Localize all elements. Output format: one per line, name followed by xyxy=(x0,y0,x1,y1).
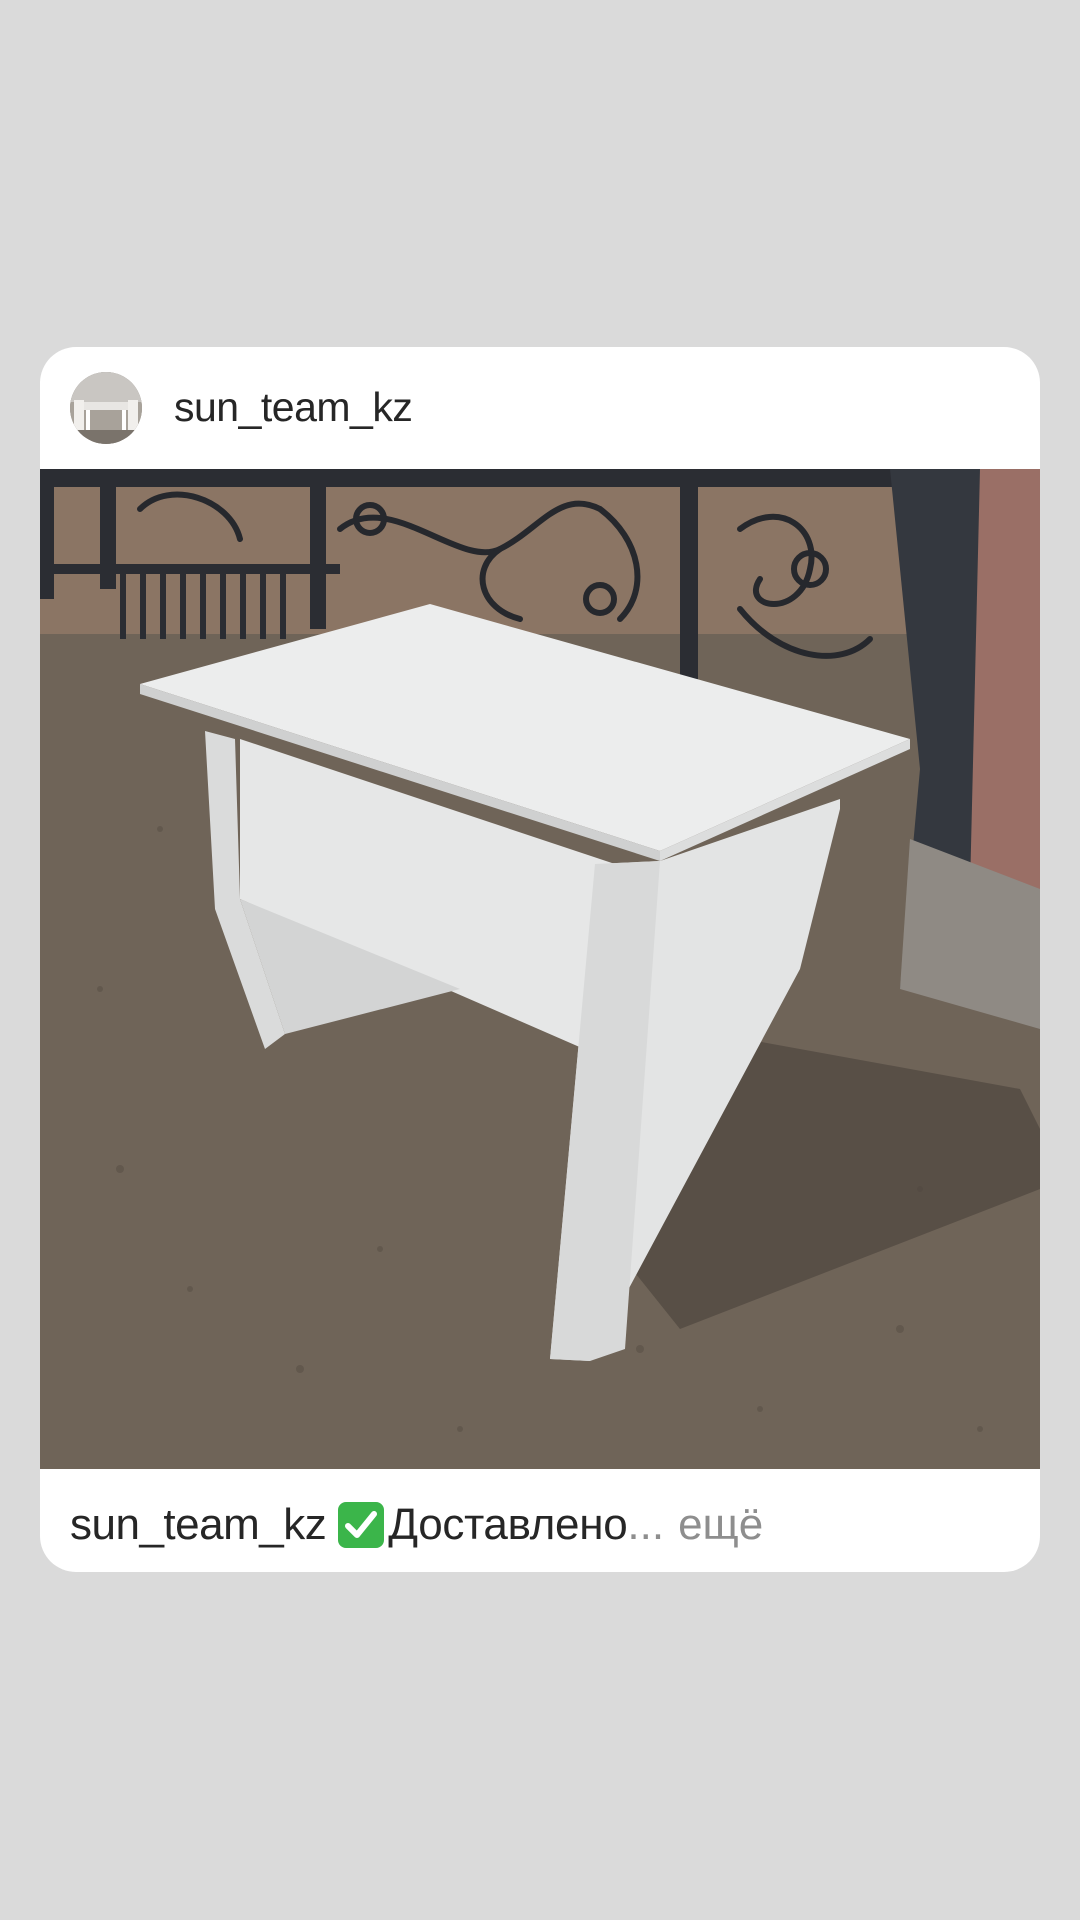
post-header: sun_team_kz xyxy=(40,347,1040,469)
caption-username[interactable]: sun_team_kz xyxy=(70,1497,327,1553)
caption: sun_team_kz Доставлено ... ещё xyxy=(70,1497,763,1553)
avatar-image xyxy=(70,372,142,444)
avatar[interactable] xyxy=(70,372,142,444)
green-check-emoji-icon xyxy=(336,1500,386,1550)
more-link[interactable]: ещё xyxy=(678,1497,763,1553)
post-card: sun_team_kz sun_team_kz Доставлено ... е… xyxy=(40,347,1040,1572)
header-username[interactable]: sun_team_kz xyxy=(174,381,413,433)
post-photo[interactable] xyxy=(40,469,1040,1469)
caption-text: Доставлено xyxy=(388,1500,628,1549)
caption-ellipsis: ... xyxy=(627,1500,665,1549)
